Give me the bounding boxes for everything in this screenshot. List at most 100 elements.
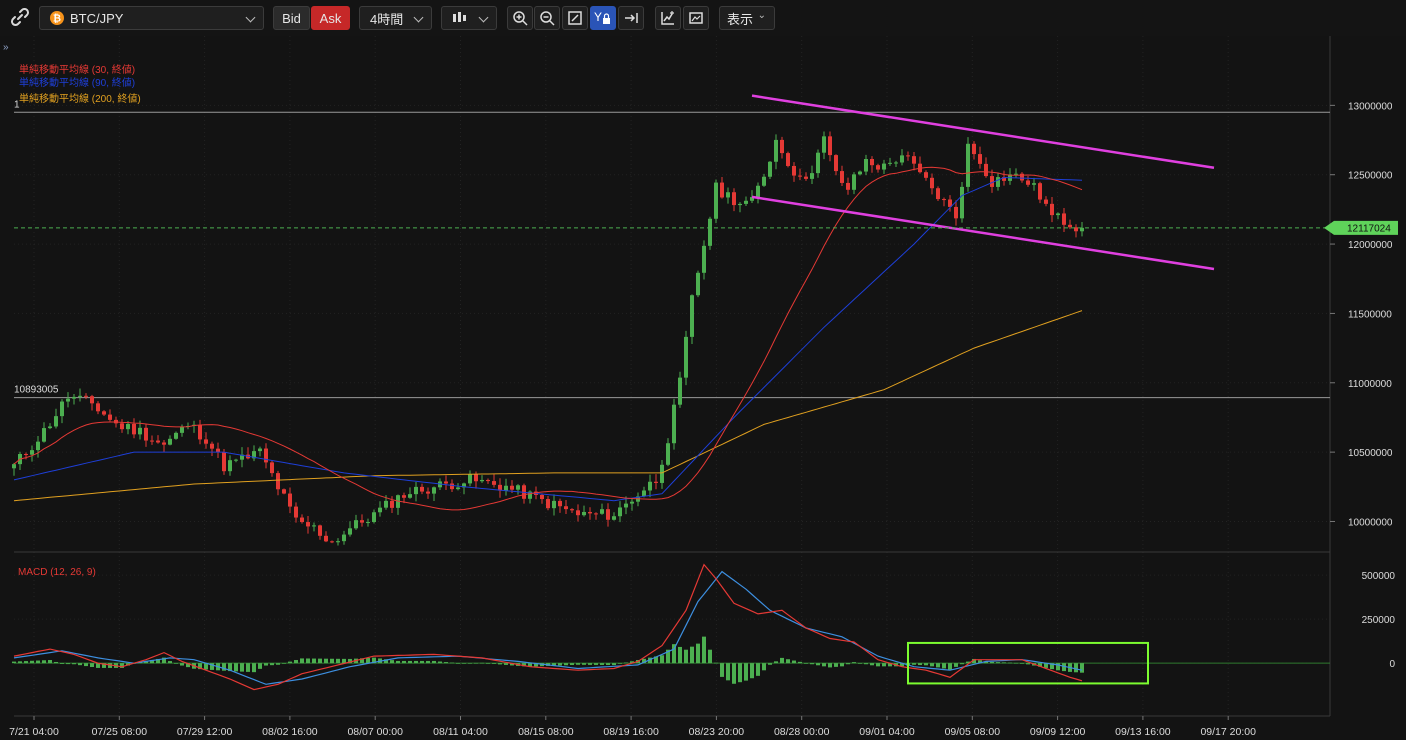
zoom-in-button[interactable] [507, 6, 533, 30]
macd-histogram-bar [612, 663, 616, 666]
display-menu[interactable]: 表示 ⌄ [719, 6, 775, 30]
macd-histogram-bar [492, 663, 496, 664]
candle-body [426, 491, 430, 494]
macd-histogram-bar [36, 660, 40, 664]
candle-body [432, 487, 436, 494]
candle-body [102, 411, 106, 415]
candle-body [504, 485, 508, 491]
time-tick-label: 08/02 16:00 [262, 726, 318, 738]
macd-histogram-bar [930, 663, 934, 667]
candle-body [222, 452, 226, 472]
macd-histogram-bar [330, 658, 334, 664]
macd-histogram-bar [168, 661, 172, 664]
candlestick-icon [453, 12, 466, 22]
macd-histogram-bar [870, 663, 874, 666]
candle-body [198, 424, 202, 440]
link-icon[interactable] [9, 8, 31, 28]
candle-body [684, 336, 688, 378]
candle-body [924, 172, 928, 178]
chevron-down-icon [413, 12, 424, 23]
chevron-down-icon [478, 12, 489, 23]
macd-histogram-bar [882, 663, 886, 667]
symbol-select[interactable]: ₿ BTC/JPY [39, 6, 264, 30]
y-axis-lock-button[interactable]: Y [590, 6, 616, 30]
candle-body [384, 500, 388, 508]
zoom-out-icon [540, 11, 555, 26]
macd-histogram-bar [84, 663, 88, 667]
macd-histogram-bar [366, 657, 370, 664]
fit-button[interactable] [562, 6, 588, 30]
candle-body [342, 534, 346, 542]
candle-body [960, 186, 964, 219]
candle-body [282, 489, 286, 494]
macd-histogram-bar [66, 663, 70, 665]
chart-type-select[interactable] [441, 6, 497, 30]
macd-histogram-bar [1002, 662, 1006, 664]
candle-body [552, 500, 556, 509]
candle-body [336, 541, 340, 543]
candle-body [618, 507, 622, 517]
candle-body [150, 440, 154, 442]
candle-body [906, 155, 910, 157]
candle-body [120, 423, 124, 430]
ask-button[interactable]: Ask [311, 6, 350, 30]
macd-histogram-bar [708, 649, 712, 664]
time-tick-label: 08/11 04:00 [433, 726, 488, 738]
zoom-out-button[interactable] [534, 6, 560, 30]
macd-histogram-bar [852, 662, 856, 664]
macd-histogram-bar [180, 663, 184, 666]
macd-histogram-bar [12, 661, 16, 664]
macd-histogram-bar [738, 663, 742, 683]
candle-body [576, 510, 580, 516]
macd-histogram-bar [240, 663, 244, 672]
time-tick-label: 09/09 12:00 [1030, 726, 1086, 738]
macd-histogram-bar [846, 663, 850, 665]
macd-histogram-bar [30, 660, 34, 664]
add-indicator-button[interactable] [655, 6, 681, 30]
candle-body [78, 395, 82, 397]
macd-histogram-bar [702, 636, 706, 664]
macd-histogram-bar [282, 663, 286, 664]
macd-histogram-bar [1080, 663, 1084, 673]
candle-body [600, 509, 604, 514]
interval-select[interactable]: 4時間 [359, 6, 432, 30]
candle-body [414, 486, 418, 495]
candle-body [780, 139, 784, 154]
current-price-label: 12117024 [1347, 223, 1391, 234]
screenshot-button[interactable] [683, 6, 709, 30]
expand-panel-toggle[interactable]: » [3, 42, 9, 53]
macd-histogram-bar [474, 662, 478, 664]
time-tick-label: 07/25 08:00 [92, 726, 148, 738]
candle-body [366, 522, 370, 524]
candle-body [132, 423, 136, 435]
candle-body [90, 396, 94, 404]
candle-body [870, 158, 874, 166]
macd-histogram-bar [912, 663, 916, 665]
candle-body [96, 403, 100, 412]
candle-body [720, 182, 724, 198]
macd-histogram-bar [576, 663, 580, 665]
macd-histogram-bar [258, 663, 262, 669]
candle-body [966, 143, 970, 187]
candle-body [936, 188, 940, 200]
candle-body [408, 494, 412, 498]
macd-histogram-bar [504, 663, 508, 665]
candle-body [846, 182, 850, 190]
candle-body [624, 503, 628, 508]
candle-body [798, 175, 802, 177]
macd-histogram-bar [774, 661, 778, 664]
candle-body [696, 272, 700, 296]
macd-histogram-bar [60, 663, 64, 664]
macd-histogram-bar [960, 663, 964, 665]
candle-body [228, 460, 232, 472]
macd-histogram-bar [54, 661, 58, 664]
scroll-to-latest-button[interactable] [618, 6, 644, 30]
macd-tick-label: 0 [1389, 659, 1395, 670]
bid-button[interactable]: Bid [273, 6, 310, 30]
macd-histogram-bar [744, 663, 748, 681]
macd-histogram-bar [858, 663, 862, 664]
candle-body [486, 479, 490, 482]
candle-body [702, 245, 706, 273]
chart-area[interactable]: 110893005 12117024 100000001050000011000… [0, 36, 1406, 740]
macd-histogram-bar [996, 662, 1000, 664]
